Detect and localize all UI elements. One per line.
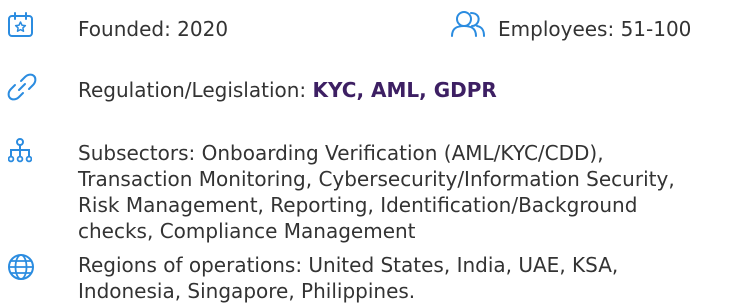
- employees-text: Employees: 51-100: [498, 17, 692, 41]
- link-icon: [7, 72, 37, 102]
- regions-line: Regions of operations: United States, In…: [78, 253, 619, 277]
- hierarchy-icon: [8, 138, 32, 164]
- subsectors-line: Risk Management, Reporting, Identificati…: [78, 193, 638, 217]
- subsectors-line: Subsectors: Onboarding Verification (AML…: [78, 141, 604, 165]
- founded-text: Founded: 2020: [78, 17, 229, 41]
- subsectors-line: Transaction Monitoring, Cybersecurity/In…: [78, 167, 675, 191]
- subsectors-text: Subsectors: Onboarding Verification (AML…: [78, 140, 675, 244]
- people-icon: [449, 10, 487, 38]
- subsectors-line: checks, Compliance Management: [78, 219, 416, 243]
- regulation-value: KYC, AML, GDPR: [312, 78, 497, 102]
- regions-line: Indonesia, Singapore, Philippines.: [78, 279, 416, 303]
- regulation-label: Regulation/Legislation:: [78, 78, 313, 102]
- regions-text: Regions of operations: United States, In…: [78, 252, 618, 304]
- globe-icon: [7, 253, 35, 281]
- regulation-text: Regulation/Legislation: KYC, AML, GDPR: [78, 77, 497, 103]
- calendar-star-icon: [7, 11, 34, 38]
